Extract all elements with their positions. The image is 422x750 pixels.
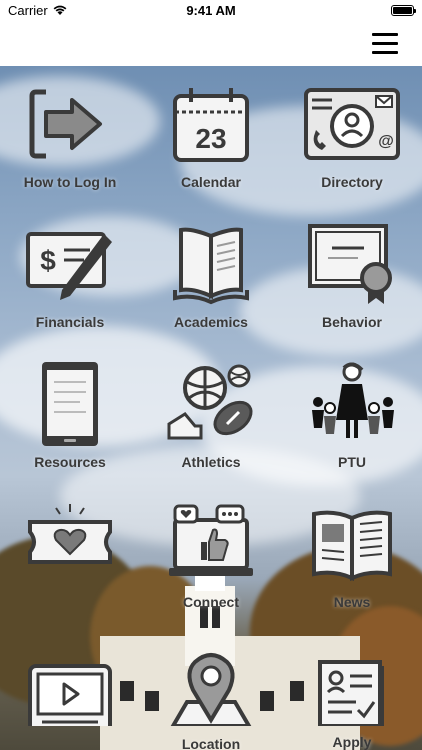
tile-label: Directory	[321, 174, 383, 190]
hamburger-menu-icon[interactable]	[372, 33, 398, 55]
tile-calendar[interactable]: 23 Calendar	[141, 66, 281, 196]
tile-label: PTU	[338, 454, 366, 470]
battery-icon	[391, 5, 416, 16]
dollar-sign: $	[40, 245, 56, 276]
svg-text:@: @	[378, 133, 394, 150]
tile-label: Location	[181, 736, 241, 750]
calendar-day-number: 23	[195, 123, 226, 154]
login-icon	[29, 89, 102, 159]
directory-icon: @	[304, 88, 400, 160]
tile-athletics[interactable]: Athletics	[141, 346, 281, 476]
social-icon	[169, 504, 253, 576]
tile-label: Calendar	[181, 174, 241, 190]
tile-location[interactable]: Location	[141, 626, 281, 750]
map-pin-icon	[170, 653, 252, 726]
icon-grid: How to Log In 23 Calendar @ Directory $ …	[0, 66, 422, 750]
tile-news[interactable]: News	[282, 486, 422, 616]
calendar-icon: 23	[173, 88, 249, 162]
nav-bar	[0, 22, 422, 66]
book-icon	[173, 227, 249, 305]
tile-label: Financials	[35, 314, 105, 330]
tile-label: Apply	[332, 734, 372, 750]
tile-behavior[interactable]: Behavior	[282, 206, 422, 336]
tile-directory[interactable]: @ Directory	[282, 66, 422, 196]
tile-label: How to Log In	[23, 174, 117, 190]
certificate-icon	[308, 224, 392, 304]
tile-financials[interactable]: $ Financials	[0, 206, 140, 336]
application-icon	[318, 660, 384, 726]
video-icon	[28, 664, 112, 726]
tile-label: Academics	[174, 314, 248, 330]
financials-icon: $	[26, 232, 112, 300]
tile-label: Resources	[34, 454, 106, 470]
tile-ticket[interactable]	[0, 486, 140, 616]
tile-ptu[interactable]: PTU	[282, 346, 422, 476]
tile-how-to-log-in[interactable]: How to Log In	[0, 66, 140, 196]
tile-connect[interactable]: Connect	[141, 486, 281, 616]
ticket-heart-icon	[28, 504, 112, 564]
tile-video[interactable]	[0, 626, 140, 750]
sports-icon	[167, 364, 253, 440]
newspaper-icon	[312, 510, 392, 582]
tile-academics[interactable]: Academics	[141, 206, 281, 336]
tile-label: Athletics	[181, 454, 241, 470]
tile-label: Behavior	[322, 314, 382, 330]
status-time: 9:41 AM	[186, 3, 236, 18]
status-bar: Carrier 9:41 AM	[0, 0, 422, 22]
tile-resources[interactable]: Resources	[0, 346, 140, 476]
tile-label: News	[333, 594, 371, 610]
tile-label: Connect	[183, 594, 239, 610]
tablet-icon	[42, 362, 98, 446]
tile-apply[interactable]: Apply	[282, 626, 422, 750]
family-icon	[312, 362, 394, 438]
